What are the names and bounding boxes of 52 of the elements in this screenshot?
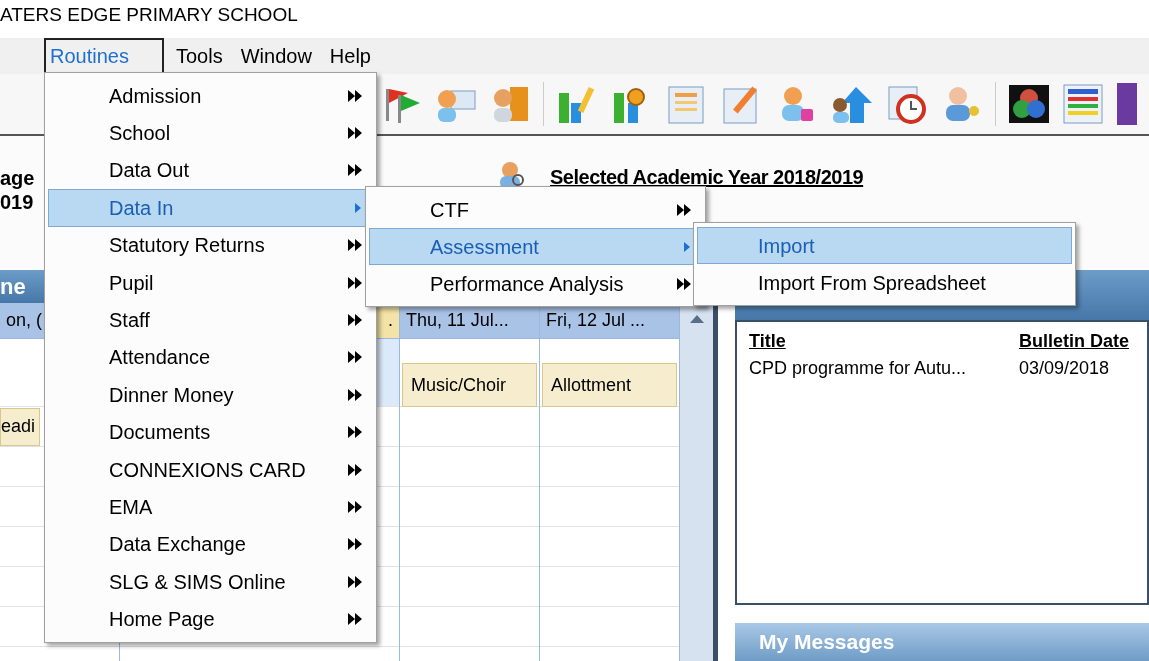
double-arrow-icon	[348, 426, 362, 439]
double-arrow-icon	[348, 164, 362, 177]
menu-item[interactable]: Data Out	[48, 151, 373, 190]
menu-item[interactable]: Import	[697, 227, 1072, 264]
menu-item[interactable]: School	[48, 114, 373, 152]
menu-item[interactable]: Attendance	[48, 338, 373, 377]
double-arrow-icon	[348, 239, 362, 252]
menu-item[interactable]: Staff	[48, 301, 373, 339]
field-label: age	[0, 166, 36, 190]
color-circles-icon[interactable]	[1007, 83, 1051, 125]
chevron-icon	[683, 240, 691, 253]
menu-item[interactable]: Import From Spreadsheet	[697, 264, 1072, 301]
menu-bar-item[interactable]: Window	[234, 38, 318, 74]
double-arrow-icon	[677, 277, 691, 290]
calendar-event[interactable]: eadi	[0, 407, 41, 446]
double-arrow-icon	[348, 501, 362, 513]
menu-item[interactable]: CONNEXIONS CARD	[48, 450, 373, 489]
double-arrow-icon	[348, 538, 362, 551]
calendar-event[interactable]: Music/Choir	[402, 363, 537, 407]
panel-title: ne	[0, 273, 26, 301]
menu-item[interactable]: Documents	[48, 413, 373, 451]
double-arrow-icon	[677, 203, 691, 216]
table-cell: CPD programme for Autu...	[749, 358, 967, 378]
clock-icon[interactable]	[885, 83, 929, 125]
field-label: 019	[0, 190, 35, 214]
column-header: Title	[749, 331, 786, 351]
color-table-icon[interactable]	[1062, 83, 1106, 125]
double-arrow-icon	[348, 314, 362, 327]
double-arrow-icon	[348, 463, 362, 476]
scroll-up-icon[interactable]	[689, 315, 704, 323]
double-arrow-icon	[348, 89, 362, 102]
menu-item[interactable]: SLG & SIMS Online	[48, 563, 373, 601]
menu-item[interactable]: EMA	[48, 488, 373, 526]
window-title: ATERS EDGE PRIMARY SCHOOL	[0, 3, 298, 27]
column-header: Bulletin Date	[1019, 330, 1129, 353]
double-arrow-icon	[348, 575, 362, 588]
chevron-icon	[354, 201, 362, 214]
scrollbar[interactable]	[680, 303, 713, 661]
double-arrow-icon	[348, 351, 362, 364]
menu-item[interactable]: Dinner Money	[48, 376, 373, 414]
double-arrow-icon	[348, 127, 362, 140]
calendar-event[interactable]: Allottment	[542, 363, 677, 407]
menu-item[interactable]: Data Exchange	[48, 525, 373, 564]
menu-bar-item[interactable]: Help	[323, 38, 377, 74]
table-cell-text: 03/09/2018	[1019, 357, 1110, 380]
double-arrow-icon	[348, 613, 362, 626]
double-arrow-icon	[348, 388, 362, 401]
panel-title: My Messages	[759, 629, 895, 656]
menu-item[interactable]: Admission	[48, 77, 373, 115]
menu-item[interactable]: Home Page	[48, 600, 373, 638]
menu-bar-item[interactable]: Tools	[170, 38, 229, 74]
double-arrow-icon	[348, 276, 362, 289]
